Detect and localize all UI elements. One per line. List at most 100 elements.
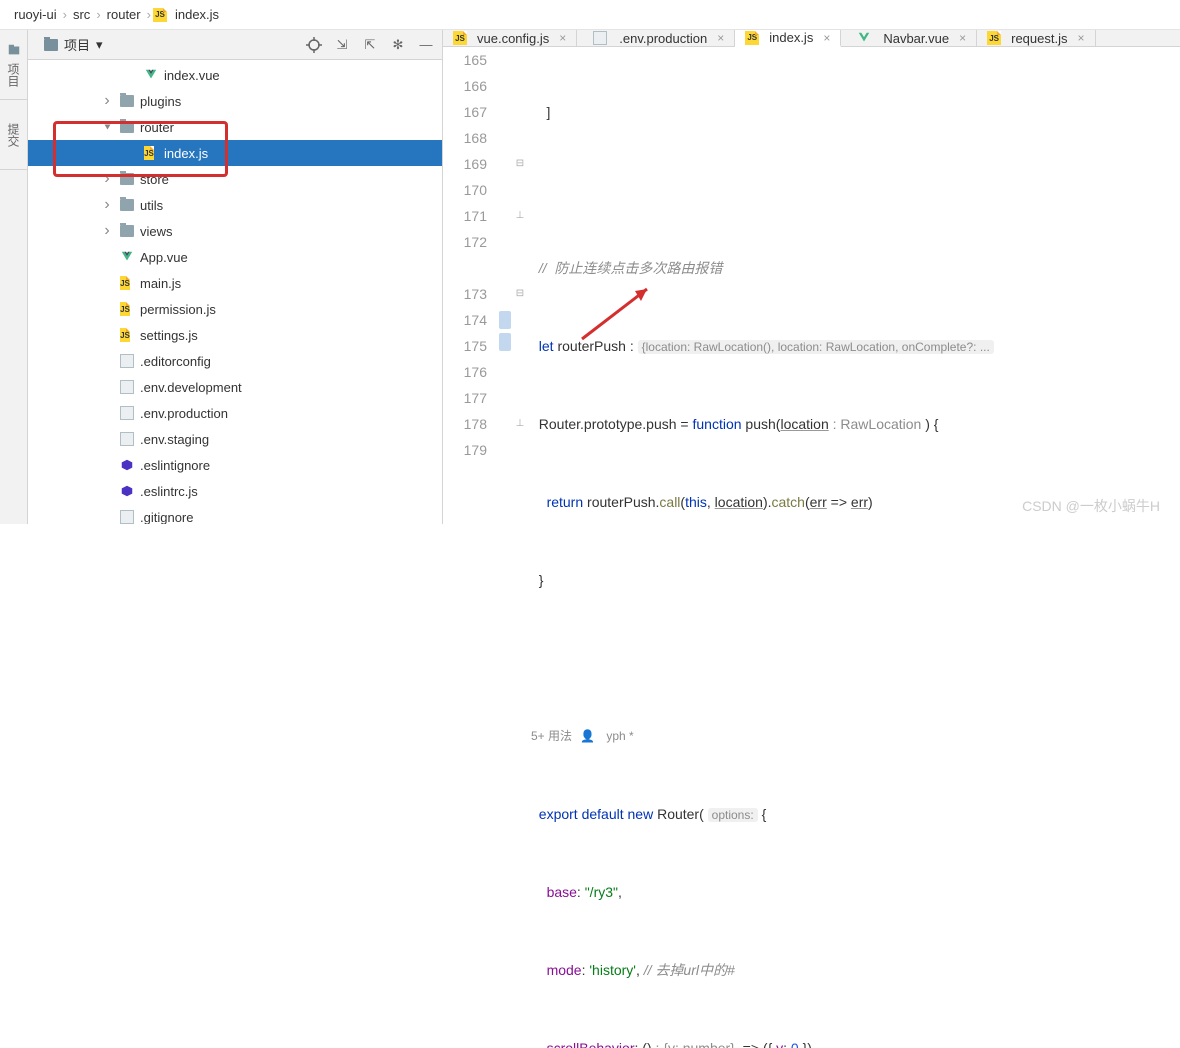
tab-Navbar-vue[interactable]: Navbar.vue×: [841, 30, 977, 46]
breadcrumb-item[interactable]: index.js: [171, 7, 223, 22]
tree-item-permission-js[interactable]: JS permission.js: [28, 296, 442, 322]
line-gutter: 1651661671681691701711721731741751761771…: [443, 47, 497, 1048]
tree-label: App.vue: [140, 250, 188, 265]
folder-icon: [120, 95, 134, 107]
tree-label: .env.staging: [140, 432, 209, 447]
chevron-icon[interactable]: [100, 172, 114, 186]
js-icon: JS: [120, 302, 134, 316]
tree-label: index.js: [164, 146, 208, 161]
close-icon[interactable]: ×: [959, 31, 966, 45]
project-tool-button[interactable]: 项目: [0, 30, 27, 100]
js-icon: JS: [745, 31, 759, 45]
tab-index-js[interactable]: JSindex.js×: [735, 30, 841, 47]
chevron-down-icon: ▾: [96, 37, 103, 53]
config-icon: [120, 406, 134, 420]
folder-icon: [120, 199, 134, 211]
tree-item-router[interactable]: router: [28, 114, 442, 140]
chevron-icon[interactable]: [100, 120, 114, 134]
project-sidebar: 项目 ▾ ⇲ ⇱ ✻ — index.vuepluginsrouterJSind…: [28, 30, 443, 524]
chevron-icon[interactable]: [100, 94, 114, 108]
folder-icon: [120, 225, 134, 237]
vue-icon: [857, 31, 871, 45]
tree-label: plugins: [140, 94, 181, 109]
tree-item-App-vue[interactable]: App.vue: [28, 244, 442, 270]
tree-label: .gitignore: [140, 510, 193, 525]
folder-icon: [120, 173, 134, 185]
locate-icon[interactable]: [306, 37, 322, 53]
tree-label: .eslintignore: [140, 458, 210, 473]
tree-item-store[interactable]: store: [28, 166, 442, 192]
commit-tool-button[interactable]: 提交: [0, 100, 27, 170]
folder-icon: [120, 121, 134, 133]
tree-label: utils: [140, 198, 163, 213]
tree-item--gitignore[interactable]: .gitignore: [28, 504, 442, 524]
tree-item-plugins[interactable]: plugins: [28, 88, 442, 114]
config-icon: [120, 510, 134, 524]
js-icon: JS: [144, 146, 158, 160]
breadcrumb: ruoyi-ui › src › router › JS index.js: [0, 0, 1180, 30]
tree-item--eslintignore[interactable]: .eslintignore: [28, 452, 442, 478]
tree-label: .eslintrc.js: [140, 484, 198, 499]
js-icon: JS: [120, 328, 134, 342]
tab--env-production[interactable]: .env.production×: [577, 30, 735, 46]
editor-pane: JSvue.config.js×.env.production×JSindex.…: [443, 30, 1180, 524]
eslint-icon: [120, 484, 134, 498]
eslint-icon: [120, 458, 134, 472]
config-icon: [120, 380, 134, 394]
tree-label: router: [140, 120, 174, 135]
tree-item--editorconfig[interactable]: .editorconfig: [28, 348, 442, 374]
js-icon: JS: [153, 8, 167, 22]
vue-icon: [144, 68, 158, 82]
code-editor[interactable]: 1651661671681691701711721731741751761771…: [443, 47, 1180, 1048]
expand-all-icon[interactable]: ⇲: [334, 37, 350, 53]
close-icon[interactable]: ×: [823, 31, 830, 45]
tree-label: views: [140, 224, 173, 239]
tree-label: settings.js: [140, 328, 198, 343]
tab-request-js[interactable]: JSrequest.js×: [977, 30, 1095, 46]
tree-label: .env.production: [140, 406, 228, 421]
breadcrumb-item[interactable]: router: [103, 7, 145, 22]
js-icon: JS: [453, 31, 467, 45]
file-tree: index.vue plugins router JS index.js store uti…: [28, 60, 442, 524]
chevron-icon[interactable]: [100, 198, 114, 212]
tree-item-main-js[interactable]: JS main.js: [28, 270, 442, 296]
config-icon: [593, 31, 607, 45]
tree-item--eslintrc-js[interactable]: .eslintrc.js: [28, 478, 442, 504]
tree-label: store: [140, 172, 169, 187]
inlay-meta: 5+ 用法👤 yph *: [527, 723, 1180, 749]
js-icon: JS: [987, 31, 1001, 45]
tree-label: index.vue: [164, 68, 220, 83]
close-icon[interactable]: ×: [1077, 31, 1084, 45]
tree-item--env-staging[interactable]: .env.staging: [28, 426, 442, 452]
js-icon: JS: [120, 276, 134, 290]
tree-item-utils[interactable]: utils: [28, 192, 442, 218]
hide-icon[interactable]: —: [418, 37, 434, 53]
close-icon[interactable]: ×: [717, 31, 724, 45]
tree-item-views[interactable]: views: [28, 218, 442, 244]
tree-label: .editorconfig: [140, 354, 211, 369]
editor-tabs: JSvue.config.js×.env.production×JSindex.…: [443, 30, 1180, 47]
gear-icon[interactable]: ✻: [390, 37, 406, 53]
tab-vue-config-js[interactable]: JSvue.config.js×: [443, 30, 577, 46]
config-icon: [120, 432, 134, 446]
collapse-all-icon[interactable]: ⇱: [362, 37, 378, 53]
tree-label: main.js: [140, 276, 181, 291]
breadcrumb-item[interactable]: src: [69, 7, 94, 22]
tree-label: permission.js: [140, 302, 216, 317]
config-icon: [120, 354, 134, 368]
project-view-selector[interactable]: 项目 ▾: [36, 33, 111, 56]
vue-icon: [120, 250, 134, 264]
tree-item--env-development[interactable]: .env.development: [28, 374, 442, 400]
tool-window-strip: 项目 提交: [0, 30, 28, 524]
tree-item-index-js[interactable]: JS index.js: [28, 140, 442, 166]
tree-item-index-vue[interactable]: index.vue: [28, 62, 442, 88]
chevron-icon[interactable]: [100, 224, 114, 238]
breadcrumb-item[interactable]: ruoyi-ui: [10, 7, 61, 22]
tree-item--env-production[interactable]: .env.production: [28, 400, 442, 426]
folder-icon: [44, 39, 58, 51]
sidebar-header: 项目 ▾ ⇲ ⇱ ✻ —: [28, 30, 442, 60]
tree-item-settings-js[interactable]: JS settings.js: [28, 322, 442, 348]
close-icon[interactable]: ×: [559, 31, 566, 45]
code-text[interactable]: ] // 防止连续点击多次路由报错 let routerPush : {loca…: [527, 47, 1180, 1048]
tree-label: .env.development: [140, 380, 242, 395]
